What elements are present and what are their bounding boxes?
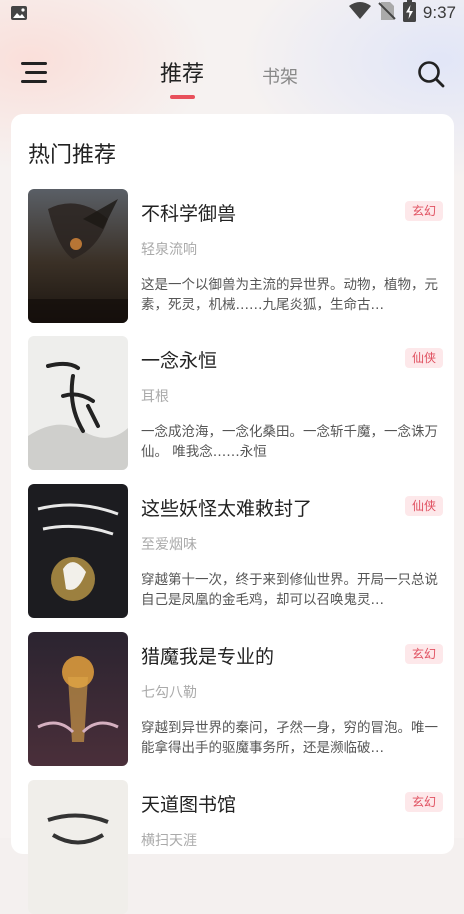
status-bar: 9:37 [0, 0, 464, 26]
recommend-card: 热门推荐 不科学御兽 玄幻 轻泉流响 这是一个以御兽为主流的异世界。动物，植物，… [11, 114, 454, 914]
book-item[interactable]: 猎魔我是专业的 玄幻 七勾八勒 穿越到异世界的秦问，孑然一身，穷的冒泡。唯一能拿… [28, 632, 443, 766]
active-tab-indicator [170, 95, 195, 99]
search-button[interactable] [416, 59, 446, 89]
menu-button[interactable] [20, 60, 50, 86]
book-cover[interactable] [28, 484, 128, 618]
menu-icon [20, 62, 50, 90]
genre-badge: 玄幻 [404, 201, 443, 221]
book-title: 这些妖怪太难敕封了 [141, 498, 313, 520]
genre-badge: 仙侠 [404, 496, 443, 516]
book-description: 穿越第十一次，终于来到修仙世界。开局一只总说自己是凤凰的金毛鸡，却可以召唤鬼灵… [141, 572, 438, 608]
book-description: 这是一个以御兽为主流的异世界。动物，植物，元素，死灵，机械……九尾炎狐，生命古… [141, 277, 438, 313]
tab-bookshelf[interactable]: 书架 [262, 63, 298, 89]
book-title: 猎魔我是专业的 [141, 646, 275, 668]
status-time: 9:37 [422, 3, 456, 22]
book-author: 轻泉流响 [141, 242, 197, 258]
book-title: 不科学御兽 [141, 203, 237, 225]
section-title: 热门推荐 [28, 143, 117, 168]
battery-charging-icon [402, 0, 416, 26]
genre-badge: 仙侠 [404, 348, 443, 368]
book-item[interactable]: 天道图书馆 玄幻 横扫天涯 [28, 780, 443, 914]
book-item[interactable]: 不科学御兽 玄幻 轻泉流响 这是一个以御兽为主流的异世界。动物，植物，元素，死灵… [28, 189, 443, 323]
book-item[interactable]: 这些妖怪太难敕封了 仙侠 至爱烟味 穿越第十一次，终于来到修仙世界。开局一只总说… [28, 484, 443, 618]
image-icon [10, 5, 28, 25]
genre-badge: 玄幻 [404, 792, 443, 812]
book-cover[interactable] [28, 780, 128, 914]
tab-recommend[interactable]: 推荐 [160, 56, 204, 88]
book-item[interactable]: 一念永恒 仙侠 耳根 一念成沧海，一念化桑田。一念斩千魔，一念诛万仙。 唯我念…… [28, 336, 443, 470]
genre-badge: 玄幻 [404, 644, 443, 664]
book-author: 耳根 [141, 389, 169, 405]
book-cover[interactable] [28, 632, 128, 766]
book-author: 七勾八勒 [141, 685, 197, 701]
book-title: 天道图书馆 [141, 794, 237, 816]
book-title: 一念永恒 [141, 350, 218, 372]
book-cover[interactable] [28, 189, 128, 323]
book-cover[interactable] [28, 336, 128, 470]
book-author: 至爱烟味 [141, 537, 197, 553]
book-description: 一念成沧海，一念化桑田。一念斩千魔，一念诛万仙。 唯我念……永恒 [141, 424, 438, 460]
wifi-icon [348, 2, 371, 24]
book-description: 穿越到异世界的秦问，孑然一身，穷的冒泡。唯一能拿得出手的驱魔事务所，还是濒临破… [141, 720, 438, 756]
book-author: 横扫天涯 [141, 833, 197, 849]
search-icon [416, 61, 446, 93]
no-sim-icon [378, 1, 396, 25]
